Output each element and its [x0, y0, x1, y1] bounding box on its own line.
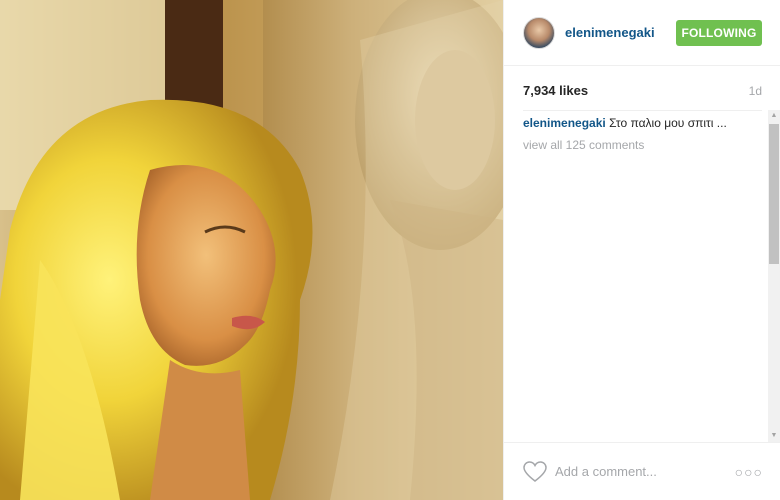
comments-section: elenimenegaki Στο παλιο μου σπιτι ... vi…	[504, 110, 769, 442]
caption: elenimenegaki Στο παλιο μου σπιτι ...	[523, 116, 769, 130]
add-comment-input[interactable]	[555, 464, 725, 479]
caption-username-link[interactable]: elenimenegaki	[523, 116, 606, 130]
post-header: elenimenegaki FOLLOWING	[504, 0, 780, 66]
avatar[interactable]	[523, 16, 555, 49]
scroll-up-arrow-icon[interactable]: ▲	[768, 110, 780, 122]
photo-image	[0, 0, 503, 500]
post-photo[interactable]	[0, 0, 503, 500]
following-button[interactable]: FOLLOWING	[676, 19, 762, 46]
scrollbar-thumb[interactable]	[769, 124, 779, 264]
post-meta: 7,934 likes 1d	[504, 66, 780, 98]
view-all-comments-link[interactable]: view all 125 comments	[523, 138, 769, 152]
post-time[interactable]: 1d	[749, 84, 762, 98]
post-side-panel: elenimenegaki FOLLOWING 7,934 likes 1d e…	[503, 0, 780, 500]
comments-scrollbar[interactable]: ▲ ▼	[768, 110, 780, 442]
likes-count[interactable]: 7,934 likes	[523, 83, 588, 98]
more-options-icon[interactable]: ○○○	[735, 464, 763, 480]
caption-text: Στο παλιο μου σπιτι ...	[609, 116, 727, 130]
comment-footer: ○○○	[504, 442, 780, 500]
heart-icon[interactable]	[523, 460, 547, 483]
scroll-down-arrow-icon[interactable]: ▼	[768, 430, 780, 442]
username-link[interactable]: elenimenegaki	[565, 25, 655, 40]
